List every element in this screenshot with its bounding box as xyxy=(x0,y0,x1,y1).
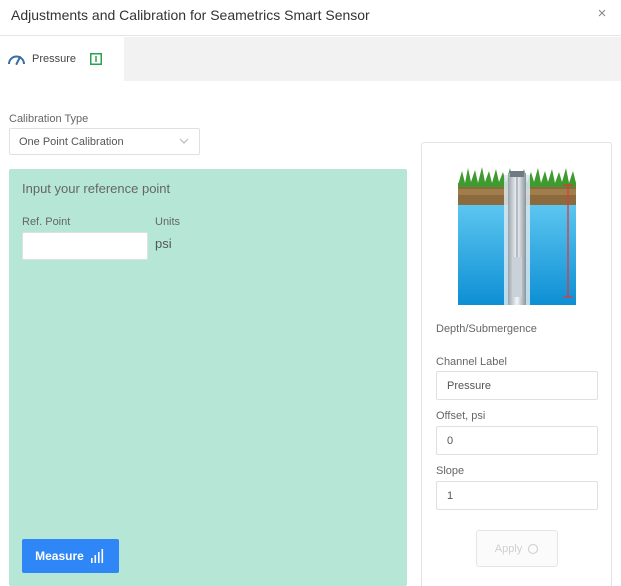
ref-point-input[interactable] xyxy=(22,232,148,260)
calibration-type-select[interactable]: One Point Calibration xyxy=(9,128,200,155)
info-icon[interactable] xyxy=(90,53,103,65)
depth-submergence-illustration xyxy=(458,167,576,305)
tab-pressure[interactable]: Pressure xyxy=(0,37,124,81)
calibration-type-value: One Point Calibration xyxy=(19,136,124,148)
channel-label-input[interactable] xyxy=(436,371,598,400)
depth-submergence-caption: Depth/Submergence xyxy=(436,323,537,335)
close-icon[interactable]: × xyxy=(594,6,610,22)
units-value: psi xyxy=(155,236,172,251)
tab-bar: Pressure xyxy=(0,37,621,81)
refresh-icon xyxy=(528,543,539,554)
slope-input[interactable] xyxy=(436,481,598,510)
offset-input[interactable] xyxy=(436,426,598,455)
dialog-title: Adjustments and Calibration for Seametri… xyxy=(11,7,370,23)
slope-label: Slope xyxy=(436,465,465,477)
calibration-type-label: Calibration Type xyxy=(9,113,89,125)
ref-point-label: Ref. Point xyxy=(22,216,71,228)
offset-label: Offset, psi xyxy=(436,410,486,422)
channel-label-label: Channel Label xyxy=(436,356,507,368)
apply-button[interactable]: Apply xyxy=(476,530,558,567)
tab-pressure-label: Pressure xyxy=(32,53,77,65)
reference-panel: Input your reference point Ref. Point Un… xyxy=(9,169,407,586)
measure-button-label: Measure xyxy=(35,549,84,563)
gauge-icon xyxy=(8,55,25,65)
units-label: Units xyxy=(155,216,181,228)
sensor-settings-card: Depth/Submergence Channel Label Offset, … xyxy=(421,142,612,586)
measure-button[interactable]: Measure xyxy=(22,539,119,573)
apply-button-label: Apply xyxy=(494,542,523,555)
signal-bars-icon xyxy=(90,549,103,563)
dialog-header: Adjustments and Calibration for Seametri… xyxy=(0,0,621,36)
chevron-down-icon xyxy=(179,138,189,144)
reference-heading: Input your reference point xyxy=(22,181,171,196)
